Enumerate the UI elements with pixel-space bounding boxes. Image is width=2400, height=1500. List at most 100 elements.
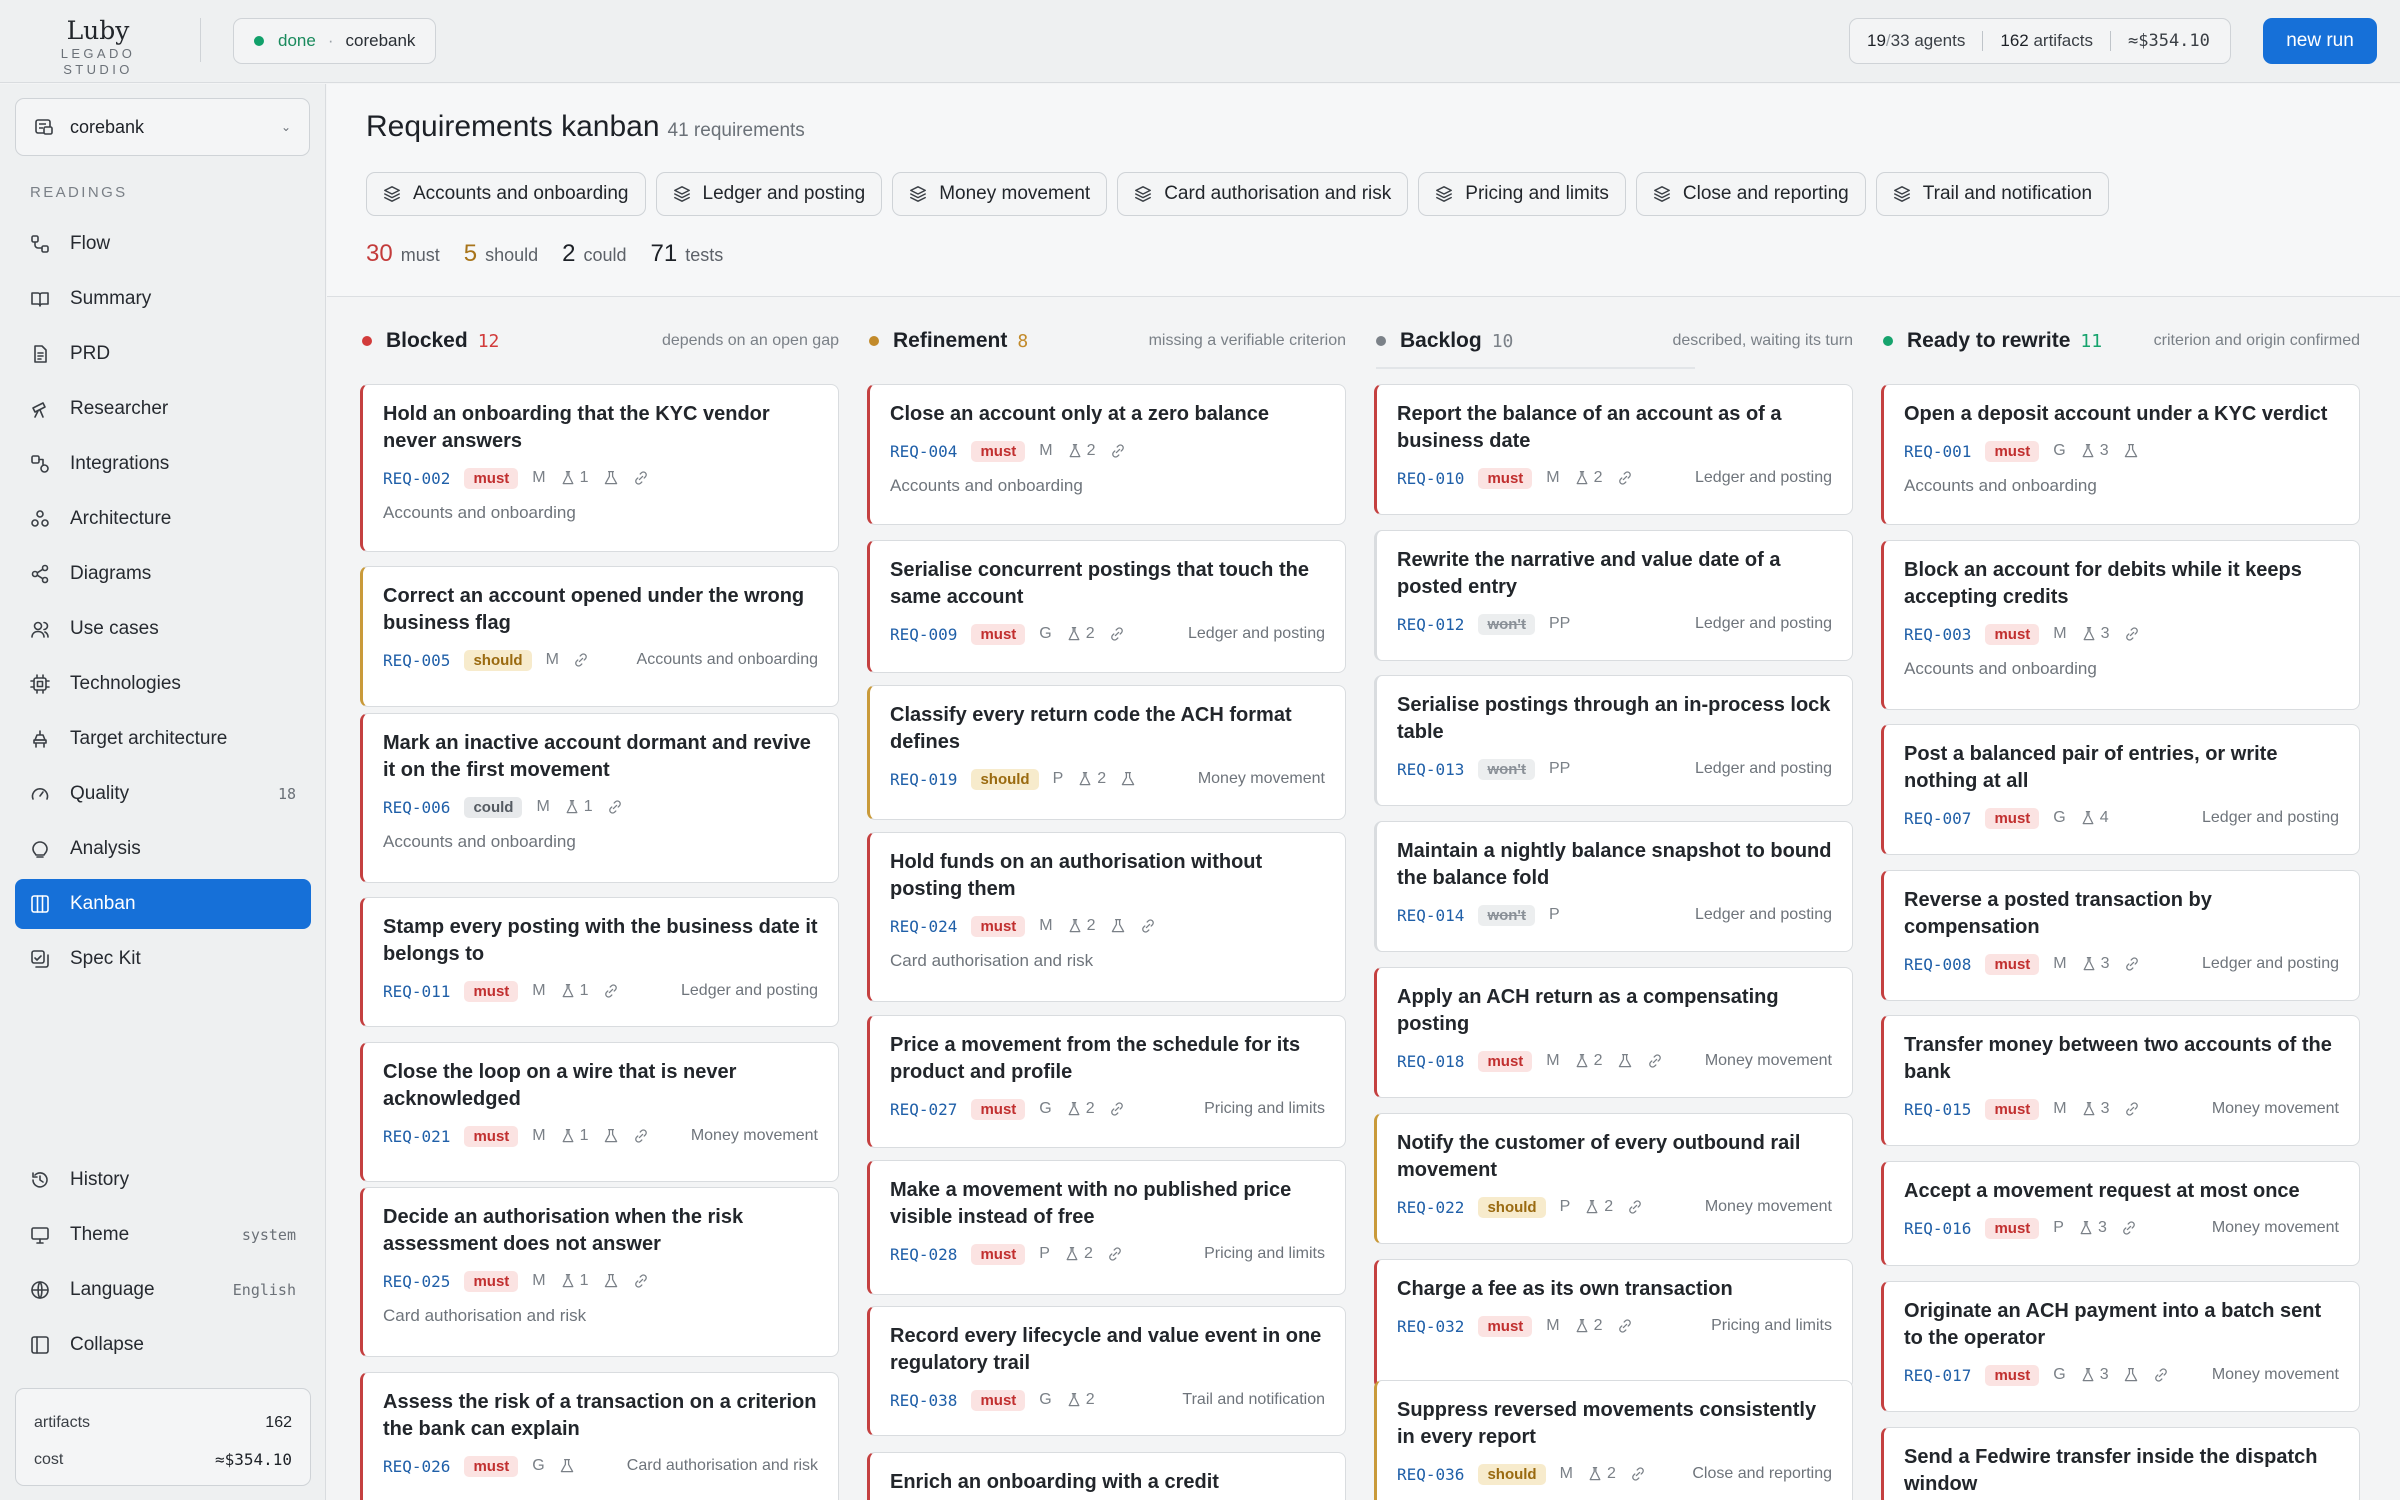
could-count: 2 — [562, 240, 576, 267]
requirement-id[interactable]: REQ-018 — [1397, 1052, 1464, 1071]
analysis-icon — [30, 839, 50, 859]
requirement-card[interactable]: Price a movement from the schedule for i… — [867, 1015, 1346, 1148]
requirement-id[interactable]: REQ-010 — [1397, 469, 1464, 488]
app-logo[interactable]: Luby LEGADO STUDIO — [24, 16, 172, 78]
requirement-id[interactable]: REQ-001 — [1904, 442, 1971, 461]
requirement-card[interactable]: Correct an account opened under the wron… — [360, 566, 839, 707]
requirement-card[interactable]: Reverse a posted transaction by compensa… — [1881, 870, 2360, 1001]
sidebar-item-prd[interactable]: PRD — [15, 329, 311, 379]
requirement-card[interactable]: Send a Fedwire transfer inside the dispa… — [1881, 1427, 2360, 1500]
requirement-card[interactable]: Rewrite the narrative and value date of … — [1374, 530, 1853, 661]
sidebar-item-spec-kit[interactable]: Spec Kit — [15, 934, 311, 984]
requirement-card[interactable]: Assess the risk of a transaction on a cr… — [360, 1372, 839, 1500]
requirement-card[interactable]: Decide an authorisation when the risk as… — [360, 1187, 839, 1357]
requirement-id[interactable]: REQ-017 — [1904, 1366, 1971, 1385]
requirement-id[interactable]: REQ-026 — [383, 1457, 450, 1476]
requirement-card[interactable]: Notify the customer of every outbound ra… — [1374, 1113, 1853, 1244]
area-filter-chip[interactable]: Close and reporting — [1635, 172, 1866, 216]
sidebar-footer: artifacts 162 cost ≈$354.10 — [15, 1388, 311, 1486]
sidebar-item-language[interactable]: Language English — [15, 1265, 311, 1315]
sidebar-item-history[interactable]: History — [15, 1155, 311, 1205]
requirement-card[interactable]: Transfer money between two accounts of t… — [1881, 1015, 2360, 1146]
requirement-card[interactable]: Make a movement with no published price … — [867, 1160, 1346, 1295]
requirement-card[interactable]: Close the loop on a wire that is never a… — [360, 1042, 839, 1182]
requirement-card[interactable]: Classify every return code the ACH forma… — [867, 685, 1346, 820]
requirement-id[interactable]: REQ-028 — [890, 1245, 957, 1264]
requirement-id[interactable]: REQ-006 — [383, 798, 450, 817]
requirement-card[interactable]: Enrich an onboarding with a credit — [867, 1452, 1346, 1500]
requirement-card[interactable]: Suppress reversed movements consistently… — [1374, 1380, 1853, 1500]
requirement-id[interactable]: REQ-019 — [890, 770, 957, 789]
requirement-card[interactable]: Charge a fee as its own transaction REQ-0… — [1374, 1259, 1853, 1389]
requirement-id[interactable]: REQ-007 — [1904, 809, 1971, 828]
requirement-id[interactable]: REQ-025 — [383, 1272, 450, 1291]
footer-artifacts: 162 — [265, 1414, 292, 1431]
requirement-meta: REQ-003 must M 3 — [1904, 621, 2339, 647]
requirement-id[interactable]: REQ-003 — [1904, 625, 1971, 644]
requirement-card[interactable]: Open a deposit account under a KYC verdi… — [1881, 384, 2360, 525]
requirement-card[interactable]: Report the balance of an account as of a… — [1374, 384, 1853, 515]
requirement-id[interactable]: REQ-008 — [1904, 955, 1971, 974]
link-icon — [1107, 1246, 1123, 1262]
requirement-id[interactable]: REQ-038 — [890, 1391, 957, 1410]
requirement-card[interactable]: Stamp every posting with the business da… — [360, 897, 839, 1027]
requirement-card[interactable]: Maintain a nightly balance snapshot to b… — [1374, 821, 1853, 952]
requirement-id[interactable]: REQ-004 — [890, 442, 957, 461]
requirement-id[interactable]: REQ-002 — [383, 469, 450, 488]
requirement-id[interactable]: REQ-005 — [383, 651, 450, 670]
requirement-id[interactable]: REQ-011 — [383, 982, 450, 1001]
area-filter-chip[interactable]: Accounts and onboarding — [366, 172, 646, 216]
sidebar-item-diagrams[interactable]: Diagrams — [15, 549, 311, 599]
sidebar-item-integrations[interactable]: Integrations — [15, 439, 311, 489]
sidebar-item-kanban[interactable]: Kanban — [15, 879, 311, 929]
sidebar-item-quality[interactable]: Quality 18 — [15, 769, 311, 819]
requirement-id[interactable]: REQ-013 — [1397, 760, 1464, 779]
sidebar-item-theme[interactable]: Theme system — [15, 1210, 311, 1260]
requirement-card[interactable]: Hold funds on an authorisation without p… — [867, 832, 1346, 1002]
requirement-id[interactable]: REQ-009 — [890, 625, 957, 644]
requirement-id[interactable]: REQ-022 — [1397, 1198, 1464, 1217]
area-filter-chip[interactable]: Pricing and limits — [1418, 172, 1626, 216]
requirement-card[interactable]: Serialise concurrent postings that touch… — [867, 540, 1346, 673]
requirement-card[interactable]: Post a balanced pair of entries, or writ… — [1881, 724, 2360, 855]
requirement-id[interactable]: REQ-014 — [1397, 906, 1464, 925]
sidebar-item-collapse[interactable]: Collapse — [15, 1320, 311, 1370]
requirement-id[interactable]: REQ-012 — [1397, 615, 1464, 634]
sidebar-item-technologies[interactable]: Technologies — [15, 659, 311, 709]
sidebar-item-flow[interactable]: Flow — [15, 219, 311, 269]
column-count: 12 — [477, 330, 500, 352]
requirement-id[interactable]: REQ-016 — [1904, 1219, 1971, 1238]
requirement-id[interactable]: REQ-024 — [890, 917, 957, 936]
requirement-card[interactable]: Serialise postings through an in-process… — [1374, 675, 1853, 806]
could-label: could — [583, 245, 627, 265]
sidebar-item-architecture[interactable]: Architecture — [15, 494, 311, 544]
sidebar-item-researcher[interactable]: Researcher — [15, 384, 311, 434]
requirement-card[interactable]: Record every lifecycle and value event i… — [867, 1306, 1346, 1436]
requirement-card[interactable]: Close an account only at a zero balance R… — [867, 384, 1346, 525]
requirement-card[interactable]: Apply an ACH return as a compensating po… — [1374, 967, 1853, 1098]
requirement-id[interactable]: REQ-032 — [1397, 1317, 1464, 1336]
area-filter-chip[interactable]: Trail and notification — [1875, 172, 2110, 216]
sidebar-item-analysis[interactable]: Analysis — [15, 824, 311, 874]
sidebar-item-target-architecture[interactable]: Target architecture — [15, 714, 311, 764]
sidebar-item-summary[interactable]: Summary — [15, 274, 311, 324]
requirement-id[interactable]: REQ-015 — [1904, 1100, 1971, 1119]
requirement-id[interactable]: REQ-027 — [890, 1100, 957, 1119]
share-nodes-icon — [30, 564, 50, 584]
area-filter-chip[interactable]: Card authorisation and risk — [1117, 172, 1409, 216]
project-select[interactable]: corebank ⌄ — [15, 98, 310, 156]
requirement-id[interactable]: REQ-036 — [1397, 1465, 1464, 1484]
new-run-button[interactable]: new run — [2263, 18, 2377, 64]
requirement-card[interactable]: Mark an inactive account dormant and rev… — [360, 713, 839, 883]
sidebar-item-use-cases[interactable]: Use cases — [15, 604, 311, 654]
chevron-down-icon: ⌄ — [280, 120, 291, 134]
run-status-pill[interactable]: done · corebank — [233, 18, 437, 64]
requirement-card[interactable]: Block an account for debits while it kee… — [1881, 540, 2360, 710]
requirement-card[interactable]: Hold an onboarding that the KYC vendor n… — [360, 384, 839, 552]
source-tag: M — [1546, 1317, 1560, 1334]
requirement-id[interactable]: REQ-021 — [383, 1127, 450, 1146]
requirement-card[interactable]: Originate an ACH payment into a batch se… — [1881, 1281, 2360, 1412]
requirement-card[interactable]: Accept a movement request at most once RE… — [1881, 1161, 2360, 1266]
area-filter-chip[interactable]: Money movement — [892, 172, 1108, 216]
area-filter-chip[interactable]: Ledger and posting — [655, 172, 883, 216]
